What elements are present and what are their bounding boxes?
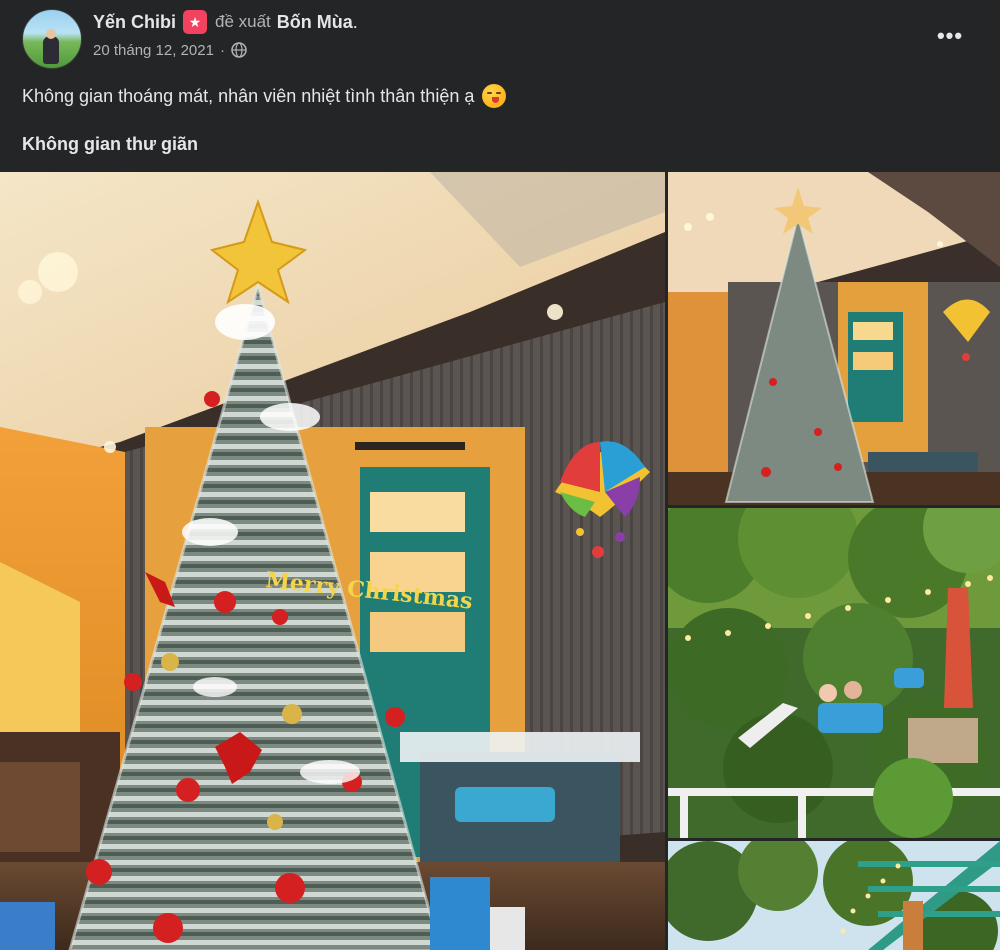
- christmas-tree-wide-photo: [668, 172, 1000, 505]
- photo-bottom-right[interactable]: [668, 841, 1000, 950]
- photo-mid-right[interactable]: [668, 508, 1000, 838]
- author-name[interactable]: Yến Chibi: [93, 12, 176, 33]
- author-line-period: .: [352, 11, 358, 32]
- more-options-button[interactable]: •••: [928, 16, 972, 56]
- avatar-head: [46, 29, 56, 39]
- album-title[interactable]: Không gian thư giãn: [22, 134, 198, 155]
- place-name[interactable]: Bốn Mùa: [277, 12, 353, 33]
- star-badge-icon: ★: [183, 10, 208, 34]
- pergola-photo: [668, 841, 1000, 950]
- meta-separator: ·: [219, 41, 225, 59]
- photo-top-right[interactable]: [668, 172, 1000, 505]
- author-avatar[interactable]: [22, 9, 82, 69]
- christmas-tree-photo: Merry Christmas: [0, 172, 665, 950]
- photo-main[interactable]: Merry Christmas: [0, 172, 665, 950]
- post-body: Không gian thoáng mát, nhân viên nhiệt t…: [22, 84, 507, 108]
- garden-photo: [668, 508, 1000, 838]
- globe-icon: [231, 42, 247, 58]
- kissing-face-icon: [482, 84, 507, 108]
- post-header: Yến Chibi ★ đề xuất Bốn Mùa . 20 tháng 1…: [0, 0, 1000, 172]
- post-text: Không gian thoáng mát, nhân viên nhiệt t…: [22, 85, 475, 106]
- post-date[interactable]: 20 tháng 12, 2021: [93, 42, 214, 59]
- recommend-verb: đề xuất: [215, 12, 271, 31]
- author-line: Yến Chibi ★ đề xuất Bốn Mùa .: [93, 10, 358, 34]
- avatar-figure: [43, 36, 59, 64]
- post-card: Yến Chibi ★ đề xuất Bốn Mùa . 20 tháng 1…: [0, 0, 1000, 950]
- post-meta: 20 tháng 12, 2021 ·: [93, 39, 247, 61]
